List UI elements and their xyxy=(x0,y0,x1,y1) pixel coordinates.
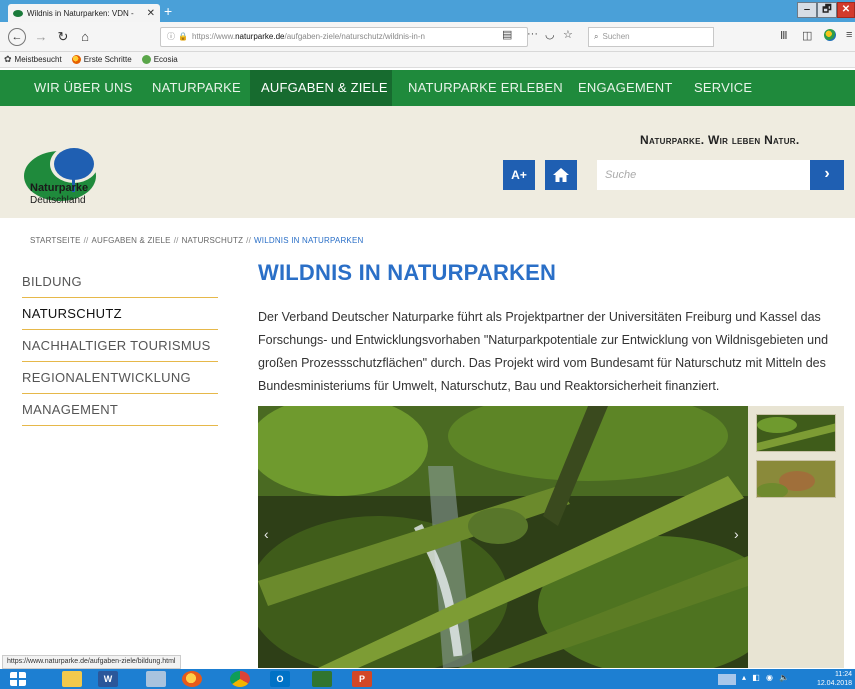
sidebar-nav: BILDUNG NATURSCHUTZ NACHHALTIGER TOURISM… xyxy=(22,266,218,426)
gallery-thumbnail[interactable] xyxy=(756,414,836,452)
back-arrow-icon[interactable]: ← xyxy=(8,28,26,46)
page-title: WILDNIS IN NATURPARKEN xyxy=(258,260,557,285)
breadcrumb-separator: // xyxy=(173,236,179,245)
bookmarks-toolbar: ✿ Meistbesucht Erste Schritte Ecosia xyxy=(0,52,855,68)
nav-item-naturparke[interactable]: NATURPARKE xyxy=(142,70,246,106)
intro-paragraph: Der Verband Deutscher Naturparke führt a… xyxy=(258,310,829,393)
bookmark-star-icon[interactable]: ☆ xyxy=(563,28,573,41)
info-icon[interactable]: ⓘ xyxy=(167,32,175,41)
taskbar-clock[interactable]: 11:24 12.04.2018 xyxy=(808,670,852,688)
menu-icon[interactable]: ≡ xyxy=(846,29,852,41)
logo-subtitle: Deutschland xyxy=(30,195,86,206)
gallery-prev-icon[interactable]: ‹ xyxy=(264,526,269,542)
browser-tab-bar: Wildnis in Naturparken: VDN - ✕ + ‒ 🗗 ✕ xyxy=(0,0,855,22)
extension-icon[interactable] xyxy=(824,29,836,41)
breadcrumb-item-naturschutz[interactable]: NATURSCHUTZ xyxy=(182,236,244,245)
windows-taskbar: W O P ▴ ◧ ◉ 🔈 11:24 12.04.2018 xyxy=(0,669,855,689)
sidebar-item-nachhaltiger-tourismus[interactable]: NACHHALTIGER TOURISMUS xyxy=(22,330,218,362)
logo-title: Naturparke xyxy=(30,182,89,194)
breadcrumb-item-aufgaben-ziele[interactable]: AUFGABEN & ZIELE xyxy=(91,236,170,245)
file-explorer-icon[interactable] xyxy=(62,671,82,687)
thumbnail-animal-image xyxy=(757,461,835,497)
firefox-icon xyxy=(71,55,81,64)
site-slogan: Naturparke. Wir leben Natur. xyxy=(640,133,800,147)
outlook-icon[interactable]: O xyxy=(270,671,290,687)
nav-item-aufgaben-ziele[interactable]: AUFGABEN & ZIELE xyxy=(250,70,392,106)
bookmark-label: Ecosia xyxy=(153,55,178,64)
sidebar-item-bildung[interactable]: BILDUNG xyxy=(22,266,218,298)
window-minimize-button[interactable]: ‒ xyxy=(797,2,817,18)
sidebar-item-regionalentwicklung[interactable]: REGIONALENTWICKLUNG xyxy=(22,362,218,394)
site-search-button[interactable]: › xyxy=(810,160,844,190)
document-icon[interactable] xyxy=(146,671,166,687)
pocket-icon[interactable]: ◡ xyxy=(545,28,555,41)
browser-navigation-bar: ← → ↻ ⌂ ⓘ 🔒 https://www.naturparke.de/aufg… xyxy=(0,22,855,52)
tab-close-icon[interactable]: ✕ xyxy=(147,8,155,19)
browser-search-input[interactable]: ⌕ Suchen xyxy=(588,27,714,47)
bookmark-label: Erste Schritte xyxy=(83,55,132,64)
search-icon: ⌕ xyxy=(594,32,599,41)
powerpoint-icon[interactable]: P xyxy=(352,671,372,687)
forward-arrow-icon[interactable]: → xyxy=(32,28,50,46)
reload-icon[interactable]: ↻ xyxy=(54,28,72,46)
ecosia-icon xyxy=(141,55,151,64)
bookmark-ecosia[interactable]: Ecosia xyxy=(141,55,178,64)
nav-item-wir-ueber-uns[interactable]: WIR ÜBER UNS xyxy=(24,70,140,106)
breadcrumb: STARTSEITE//AUFGABEN & ZIELE//NATURSCHUT… xyxy=(30,236,363,245)
thumbnail-forest-image xyxy=(757,415,835,451)
home-icon xyxy=(553,168,569,182)
sidebar-item-management[interactable]: MANAGEMENT xyxy=(22,394,218,426)
gear-icon: ✿ xyxy=(4,54,12,64)
address-bar[interactable]: ⓘ 🔒 https://www.naturparke.de/aufgaben-zie… xyxy=(160,27,528,47)
reader-view-icon[interactable]: ▤ xyxy=(502,28,512,41)
clock-time: 11:24 xyxy=(835,671,852,678)
window-maximize-button[interactable]: 🗗 xyxy=(817,2,837,18)
lock-icon: 🔒 xyxy=(178,32,188,41)
project-icon[interactable] xyxy=(312,671,332,687)
gallery-thumbnails xyxy=(748,406,844,668)
gallery-thumbnail[interactable] xyxy=(756,460,836,498)
site-favicon-icon xyxy=(13,9,23,17)
nav-item-service[interactable]: SERVICE xyxy=(684,70,760,106)
browser-search-placeholder: Suchen xyxy=(602,32,630,41)
breadcrumb-separator: // xyxy=(246,236,252,245)
clock-date: 12.04.2018 xyxy=(816,680,852,687)
gallery-next-icon[interactable]: › xyxy=(734,526,739,542)
tab-title: Wildnis in Naturparken: VDN - xyxy=(27,8,134,18)
url-protocol: https://www. xyxy=(191,32,236,41)
url-path: /aufgaben-ziele/naturschutz/wildnis-in-n xyxy=(284,32,425,41)
status-link-preview: https://www.naturparke.de/aufgaben-ziele… xyxy=(2,655,181,669)
word-icon[interactable]: W xyxy=(98,671,118,687)
keyboard-icon[interactable] xyxy=(718,674,736,685)
forest-stream-image xyxy=(258,406,748,668)
sidebar-toggle-icon[interactable]: ◫ xyxy=(802,29,812,42)
site-search-input[interactable]: Suche xyxy=(597,160,810,190)
windows-start-icon[interactable] xyxy=(10,672,26,686)
nav-item-naturparke-erleben[interactable]: NATURPARKE ERLEBEN xyxy=(398,70,563,106)
library-icon[interactable]: Ⅲ xyxy=(780,29,788,42)
breadcrumb-item-startseite[interactable]: STARTSEITE xyxy=(30,236,81,245)
gallery-main-image[interactable]: ‹ › xyxy=(258,406,748,668)
breadcrumb-item-current: WILDNIS IN NATURPARKEN xyxy=(254,236,364,245)
system-tray-icons[interactable]: ▴ ◧ ◉ 🔈 xyxy=(742,673,791,682)
window-close-button[interactable]: ✕ xyxy=(837,2,855,18)
bookmark-meistbesucht[interactable]: ✿ Meistbesucht xyxy=(4,54,62,65)
bookmark-label: Meistbesucht xyxy=(14,55,62,64)
home-button[interactable] xyxy=(545,160,577,190)
browser-tab[interactable]: Wildnis in Naturparken: VDN - ✕ xyxy=(8,4,160,22)
page-actions-icon[interactable]: ··· xyxy=(527,28,538,40)
url-host: naturparke.de xyxy=(235,32,285,41)
home-icon[interactable]: ⌂ xyxy=(76,28,94,46)
breadcrumb-separator: // xyxy=(83,236,89,245)
site-main-nav: WIR ÜBER UNS NATURPARKE AUFGABEN & ZIELE… xyxy=(0,70,855,106)
sidebar-item-naturschutz[interactable]: NATURSCHUTZ xyxy=(22,298,218,330)
firefox-taskbar-icon[interactable] xyxy=(182,671,202,687)
font-size-button[interactable]: A+ xyxy=(503,160,535,190)
new-tab-button[interactable]: + xyxy=(164,3,172,19)
chrome-icon[interactable] xyxy=(230,671,250,687)
bookmark-erste-schritte[interactable]: Erste Schritte xyxy=(71,55,132,64)
nav-item-engagement[interactable]: ENGAGEMENT xyxy=(568,70,678,106)
